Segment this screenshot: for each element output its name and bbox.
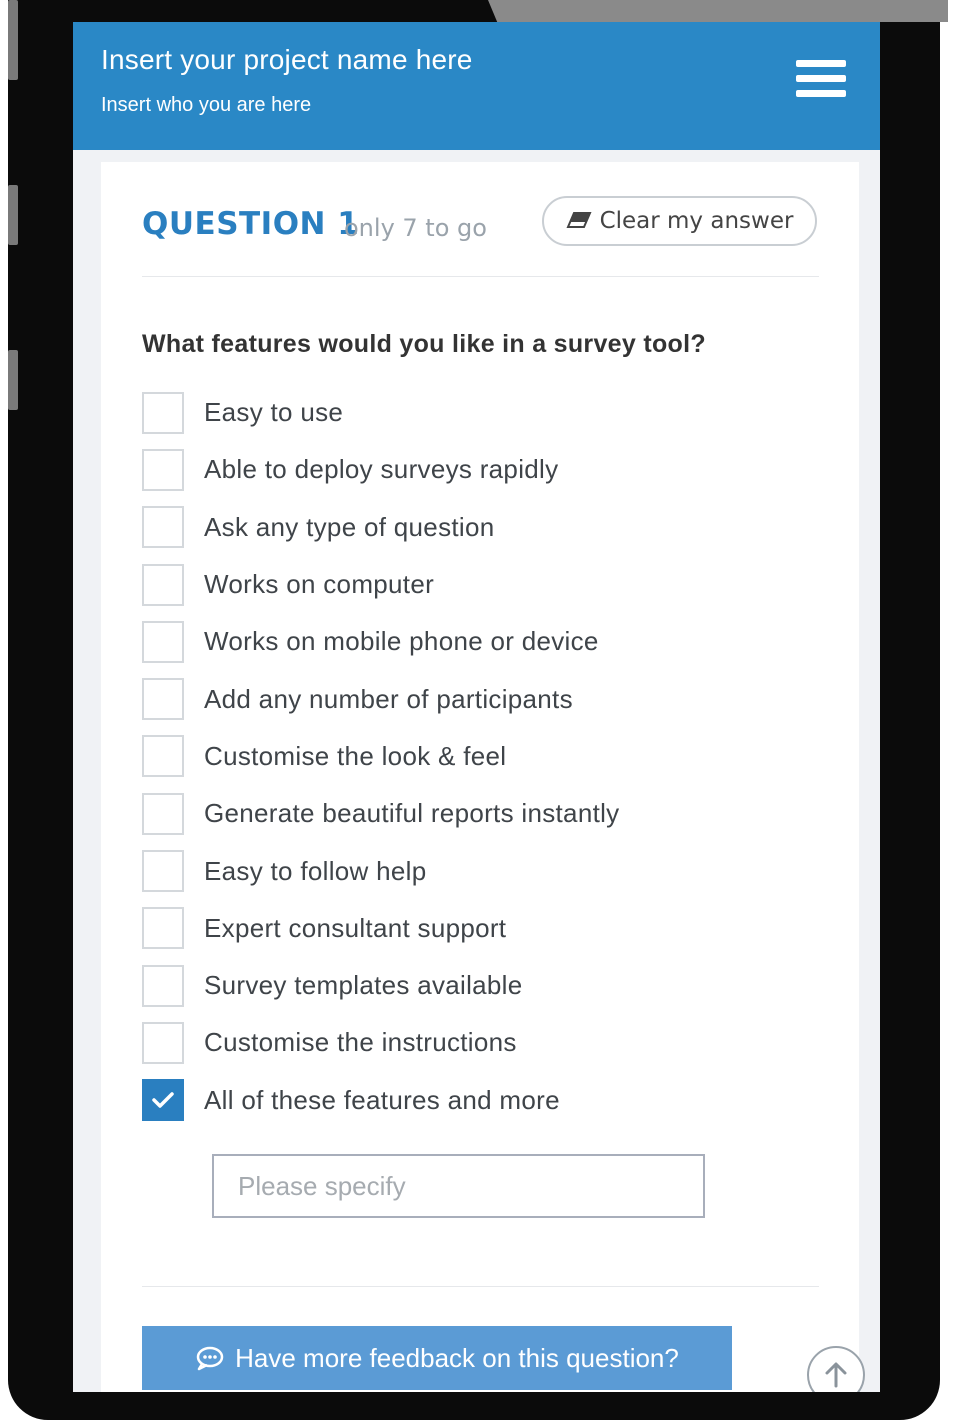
option-checkbox[interactable] <box>142 563 184 606</box>
option-label: All of these features and more <box>204 1084 560 1115</box>
option-label: Works on computer <box>204 569 435 600</box>
questions-remaining: only 7 to go <box>344 214 487 242</box>
option-row[interactable]: Works on computer <box>142 556 822 613</box>
divider <box>142 1286 819 1287</box>
phone-side-button <box>8 0 18 80</box>
option-label: Works on mobile phone or device <box>204 626 599 657</box>
option-row[interactable]: All of these features and more <box>142 1072 822 1129</box>
option-label: Customise the look & feel <box>204 740 507 771</box>
option-checkbox[interactable] <box>142 735 184 778</box>
phone-frame: Insert your project name here Insert who… <box>8 0 948 1420</box>
option-label: Generate beautiful reports instantly <box>204 798 620 829</box>
eraser-icon <box>566 212 592 228</box>
project-name: Insert your project name here <box>101 44 473 75</box>
checkmark-icon <box>152 1092 174 1108</box>
option-row[interactable]: Add any number of participants <box>142 670 822 727</box>
option-row[interactable]: Easy to follow help <box>142 842 822 899</box>
option-checkbox[interactable] <box>142 964 184 1007</box>
question-number: QUESTION 1 <box>142 206 360 242</box>
option-checkbox[interactable] <box>142 907 184 950</box>
option-checkbox[interactable] <box>142 448 184 491</box>
phone-frame-highlight <box>488 0 948 22</box>
arrow-up-circle-icon <box>825 1362 847 1388</box>
option-label: Easy to use <box>204 397 344 428</box>
option-row[interactable]: Customise the instructions <box>142 1014 822 1071</box>
option-checkbox[interactable] <box>142 792 184 835</box>
scroll-to-top-button[interactable] <box>807 1346 865 1392</box>
question-text: What features would you like in a survey… <box>142 330 706 358</box>
option-checkbox[interactable] <box>142 678 184 721</box>
feedback-button-label: Have more feedback on this question? <box>235 1342 679 1373</box>
clear-answer-button[interactable]: Clear my answer <box>542 196 817 246</box>
feedback-button[interactable]: Have more feedback on this question? <box>142 1326 732 1390</box>
option-label: Add any number of participants <box>204 683 573 714</box>
phone-screen: Insert your project name here Insert who… <box>73 22 880 1392</box>
option-row[interactable]: Able to deploy surveys rapidly <box>142 441 822 498</box>
clear-answer-label: Clear my answer <box>599 208 794 234</box>
option-label: Easy to follow help <box>204 855 427 886</box>
phone-volume-down-button <box>8 350 18 410</box>
option-row[interactable]: Ask any type of question <box>142 499 822 556</box>
option-checkbox[interactable] <box>142 850 184 893</box>
option-label: Ask any type of question <box>204 511 495 542</box>
phone-volume-up-button <box>8 185 18 245</box>
option-checkbox[interactable] <box>142 391 184 434</box>
option-checkbox[interactable] <box>142 1021 184 1064</box>
option-row[interactable]: Expert consultant support <box>142 900 822 957</box>
option-row[interactable]: Customise the look & feel <box>142 728 822 785</box>
question-header: QUESTION 1 only 7 to go Clear my answer <box>142 196 819 277</box>
option-label: Expert consultant support <box>204 912 507 943</box>
option-row[interactable]: Generate beautiful reports instantly <box>142 785 822 842</box>
hamburger-menu-icon[interactable] <box>796 60 846 102</box>
option-checkbox[interactable] <box>142 1079 184 1122</box>
header-subtitle: Insert who you are here <box>101 94 312 116</box>
chat-bubble-icon <box>196 1346 224 1371</box>
option-row[interactable]: Survey templates available <box>142 957 822 1014</box>
app-header: Insert your project name here Insert who… <box>73 22 880 150</box>
option-label: Customise the instructions <box>204 1027 517 1058</box>
option-row[interactable]: Works on mobile phone or device <box>142 613 822 670</box>
specify-input[interactable] <box>212 1154 705 1218</box>
question-card: QUESTION 1 only 7 to go Clear my answer … <box>101 162 865 1392</box>
option-checkbox[interactable] <box>142 620 184 663</box>
option-label: Survey templates available <box>204 970 523 1001</box>
option-checkbox[interactable] <box>142 506 184 549</box>
options-list: Easy to use Able to deploy surveys rapidl… <box>142 384 822 1129</box>
option-row[interactable]: Easy to use <box>142 384 822 441</box>
option-label: Able to deploy surveys rapidly <box>204 454 559 485</box>
